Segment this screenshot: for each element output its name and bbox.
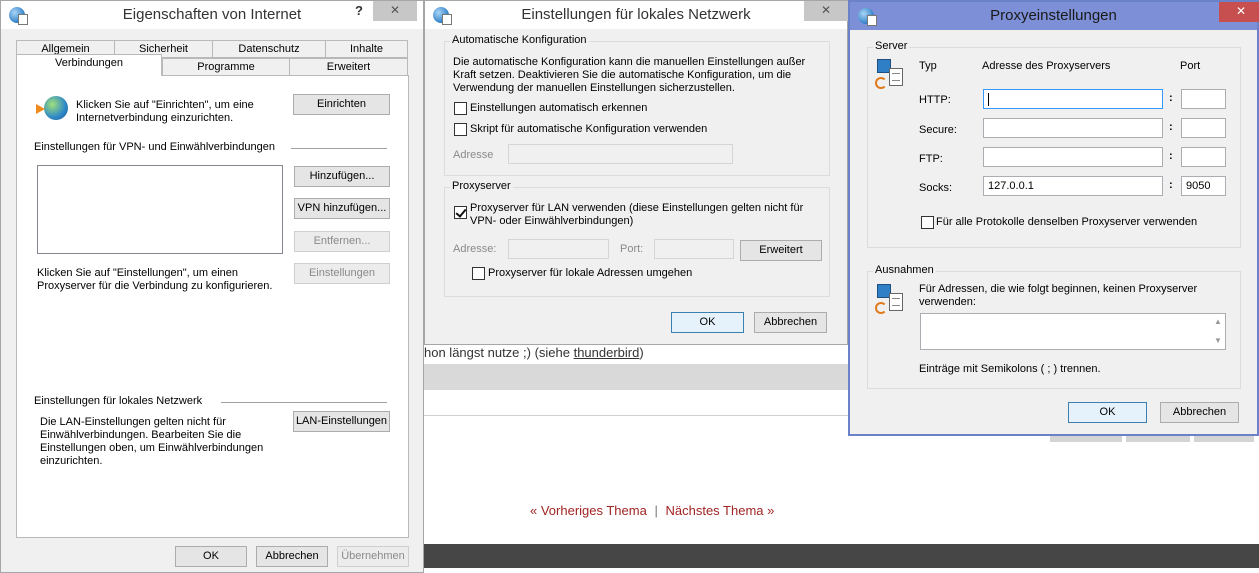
proxy-address-input[interactable] bbox=[508, 239, 609, 259]
ftp-label: FTP: bbox=[919, 153, 943, 165]
column-address-header: Adresse des Proxyservers bbox=[982, 60, 1111, 72]
lan-section-divider bbox=[221, 402, 387, 403]
proxy-server-title: Proxyserver bbox=[450, 180, 513, 192]
ftp-port-input[interactable] bbox=[1181, 147, 1226, 167]
text-caret bbox=[988, 92, 989, 106]
auto-script-checkbox[interactable] bbox=[454, 123, 467, 136]
proxy-server-icon bbox=[875, 59, 905, 91]
lan-description: Die LAN-Einstellungen gelten nicht für E… bbox=[40, 416, 264, 467]
tab-privacy[interactable]: Datenschutz bbox=[212, 40, 326, 58]
prev-topic-link[interactable]: « Vorheriges Thema bbox=[530, 503, 647, 518]
bypass-local-label: Proxyserver für lokale Adressen umgehen bbox=[488, 267, 693, 279]
colon-separator: : bbox=[1169, 179, 1173, 191]
close-icon: ✕ bbox=[389, 3, 401, 17]
secure-port-input[interactable] bbox=[1181, 118, 1226, 138]
column-type-header: Typ bbox=[919, 60, 937, 72]
window-title: Proxyeinstellungen bbox=[990, 7, 1117, 24]
scroll-up-icon[interactable]: ▲ bbox=[1211, 315, 1225, 329]
same-proxy-checkbox[interactable] bbox=[921, 216, 934, 229]
bypass-local-checkbox[interactable] bbox=[472, 267, 485, 280]
proxy-address-label: Adresse: bbox=[453, 243, 497, 255]
remove-button[interactable]: Entfernen... bbox=[294, 231, 390, 252]
cancel-button[interactable]: Abbrechen bbox=[754, 312, 827, 333]
vpn-connections-list[interactable] bbox=[37, 165, 283, 254]
ok-button[interactable]: OK bbox=[671, 312, 744, 333]
use-proxy-checkbox[interactable] bbox=[454, 206, 467, 219]
colon-separator: : bbox=[1169, 92, 1173, 104]
background-footer-bar bbox=[424, 544, 1259, 568]
column-port-header: Port bbox=[1180, 60, 1201, 72]
auto-detect-checkbox[interactable] bbox=[454, 102, 467, 115]
close-icon: ✕ bbox=[1235, 4, 1247, 18]
tab-advanced[interactable]: Erweitert bbox=[289, 58, 408, 76]
script-address-label: Adresse bbox=[453, 149, 494, 161]
tab-programs[interactable]: Programme bbox=[162, 58, 290, 76]
next-topic-link[interactable]: Nächstes Thema » bbox=[665, 503, 774, 518]
close-button[interactable]: ✕ bbox=[373, 1, 417, 21]
lan-section-label: Einstellungen für lokales Netzwerk bbox=[34, 395, 203, 407]
setup-button[interactable]: Einrichten bbox=[293, 94, 390, 115]
close-button[interactable]: ✕ bbox=[804, 1, 848, 21]
same-proxy-label: Für alle Protokolle denselben Proxyserve… bbox=[936, 216, 1198, 228]
exceptions-textarea[interactable]: ▲ ▼ bbox=[920, 313, 1226, 350]
add-vpn-button[interactable]: VPN hinzufügen... bbox=[294, 198, 390, 219]
cancel-button[interactable]: Abbrechen bbox=[1160, 402, 1239, 423]
title-bar: Proxyeinstellungen ✕ bbox=[850, 2, 1259, 30]
exceptions-hint: Einträge mit Semikolons ( ; ) trennen. bbox=[919, 363, 1101, 375]
socks-port-input[interactable]: 9050 bbox=[1181, 176, 1226, 196]
auto-config-description: Die automatische Konfiguration kann die … bbox=[453, 56, 806, 94]
topic-navigation: « Vorheriges Thema | Nächstes Thema » bbox=[530, 503, 774, 518]
colon-separator: : bbox=[1169, 150, 1173, 162]
window-title: Einstellungen für lokales Netzwerk bbox=[521, 6, 751, 23]
background-post-text: hon längst nutze ;) (siehe thunderbird) bbox=[424, 345, 644, 360]
http-address-input[interactable] bbox=[983, 89, 1163, 109]
http-port-input[interactable] bbox=[1181, 89, 1226, 109]
close-icon: ✕ bbox=[820, 3, 832, 17]
settings-button[interactable]: Einstellungen bbox=[294, 263, 390, 284]
vpn-section-divider bbox=[291, 148, 387, 149]
auto-config-title: Automatische Konfiguration bbox=[450, 34, 589, 46]
add-button[interactable]: Hinzufügen... bbox=[294, 166, 390, 187]
socks-label: Socks: bbox=[919, 182, 953, 194]
ok-button[interactable]: OK bbox=[175, 546, 247, 567]
proxy-port-input[interactable] bbox=[654, 239, 734, 259]
title-bar: Eigenschaften von Internet ? ✕ bbox=[1, 1, 423, 29]
tab-content[interactable]: Inhalte bbox=[325, 40, 408, 58]
tab-connections[interactable]: Verbindungen bbox=[16, 54, 162, 76]
exceptions-group-title: Ausnahmen bbox=[873, 264, 936, 276]
secure-address-input[interactable] bbox=[983, 118, 1163, 138]
nav-separator: | bbox=[654, 503, 658, 518]
lan-settings-button[interactable]: LAN-Einstellungen bbox=[293, 411, 390, 432]
lan-settings-window: Einstellungen für lokales Netzwerk ✕ Aut… bbox=[424, 0, 848, 345]
ftp-address-input[interactable] bbox=[983, 147, 1163, 167]
ok-button[interactable]: OK bbox=[1068, 402, 1147, 423]
settings-description: Klicken Sie auf "Einstellungen", um eine… bbox=[37, 267, 273, 292]
proxy-port-label: Port: bbox=[620, 243, 644, 255]
http-label: HTTP: bbox=[919, 94, 951, 106]
server-group-title: Server bbox=[873, 40, 910, 52]
colon-separator: : bbox=[1169, 121, 1173, 133]
apply-button[interactable]: Übernehmen bbox=[337, 546, 409, 567]
script-address-input[interactable] bbox=[508, 144, 733, 164]
socks-address-input[interactable]: 127.0.0.1 bbox=[983, 176, 1163, 196]
auto-script-label: Skript für automatische Konfiguration ve… bbox=[470, 123, 708, 135]
auto-detect-label: Einstellungen automatisch erkennen bbox=[470, 102, 648, 114]
use-proxy-label: Proxyserver für LAN verwenden (diese Ein… bbox=[470, 202, 804, 227]
proxy-settings-window: Proxyeinstellungen ✕ Server Typ Adresse … bbox=[848, 0, 1259, 436]
close-button[interactable]: ✕ bbox=[1219, 2, 1259, 22]
scroll-down-icon[interactable]: ▼ bbox=[1211, 334, 1225, 348]
advanced-button[interactable]: Erweitert bbox=[740, 240, 822, 261]
exceptions-icon bbox=[875, 284, 905, 316]
title-bar: Einstellungen für lokales Netzwerk ✕ bbox=[425, 1, 848, 29]
internet-options-window: Eigenschaften von Internet ? ✕ Allgemein… bbox=[0, 0, 424, 573]
thunderbird-link[interactable]: thunderbird bbox=[574, 345, 640, 360]
secure-label: Secure: bbox=[919, 124, 957, 136]
vpn-section-label: Einstellungen für VPN- und Einwählverbin… bbox=[34, 141, 275, 153]
setup-description: Klicken Sie auf "Einrichten", um eine In… bbox=[76, 99, 254, 124]
exceptions-description: Für Adressen, die wie folgt beginnen, ke… bbox=[919, 283, 1198, 308]
help-button[interactable]: ? bbox=[355, 3, 363, 18]
globe-icon bbox=[36, 96, 68, 120]
cancel-button[interactable]: Abbrechen bbox=[256, 546, 328, 567]
